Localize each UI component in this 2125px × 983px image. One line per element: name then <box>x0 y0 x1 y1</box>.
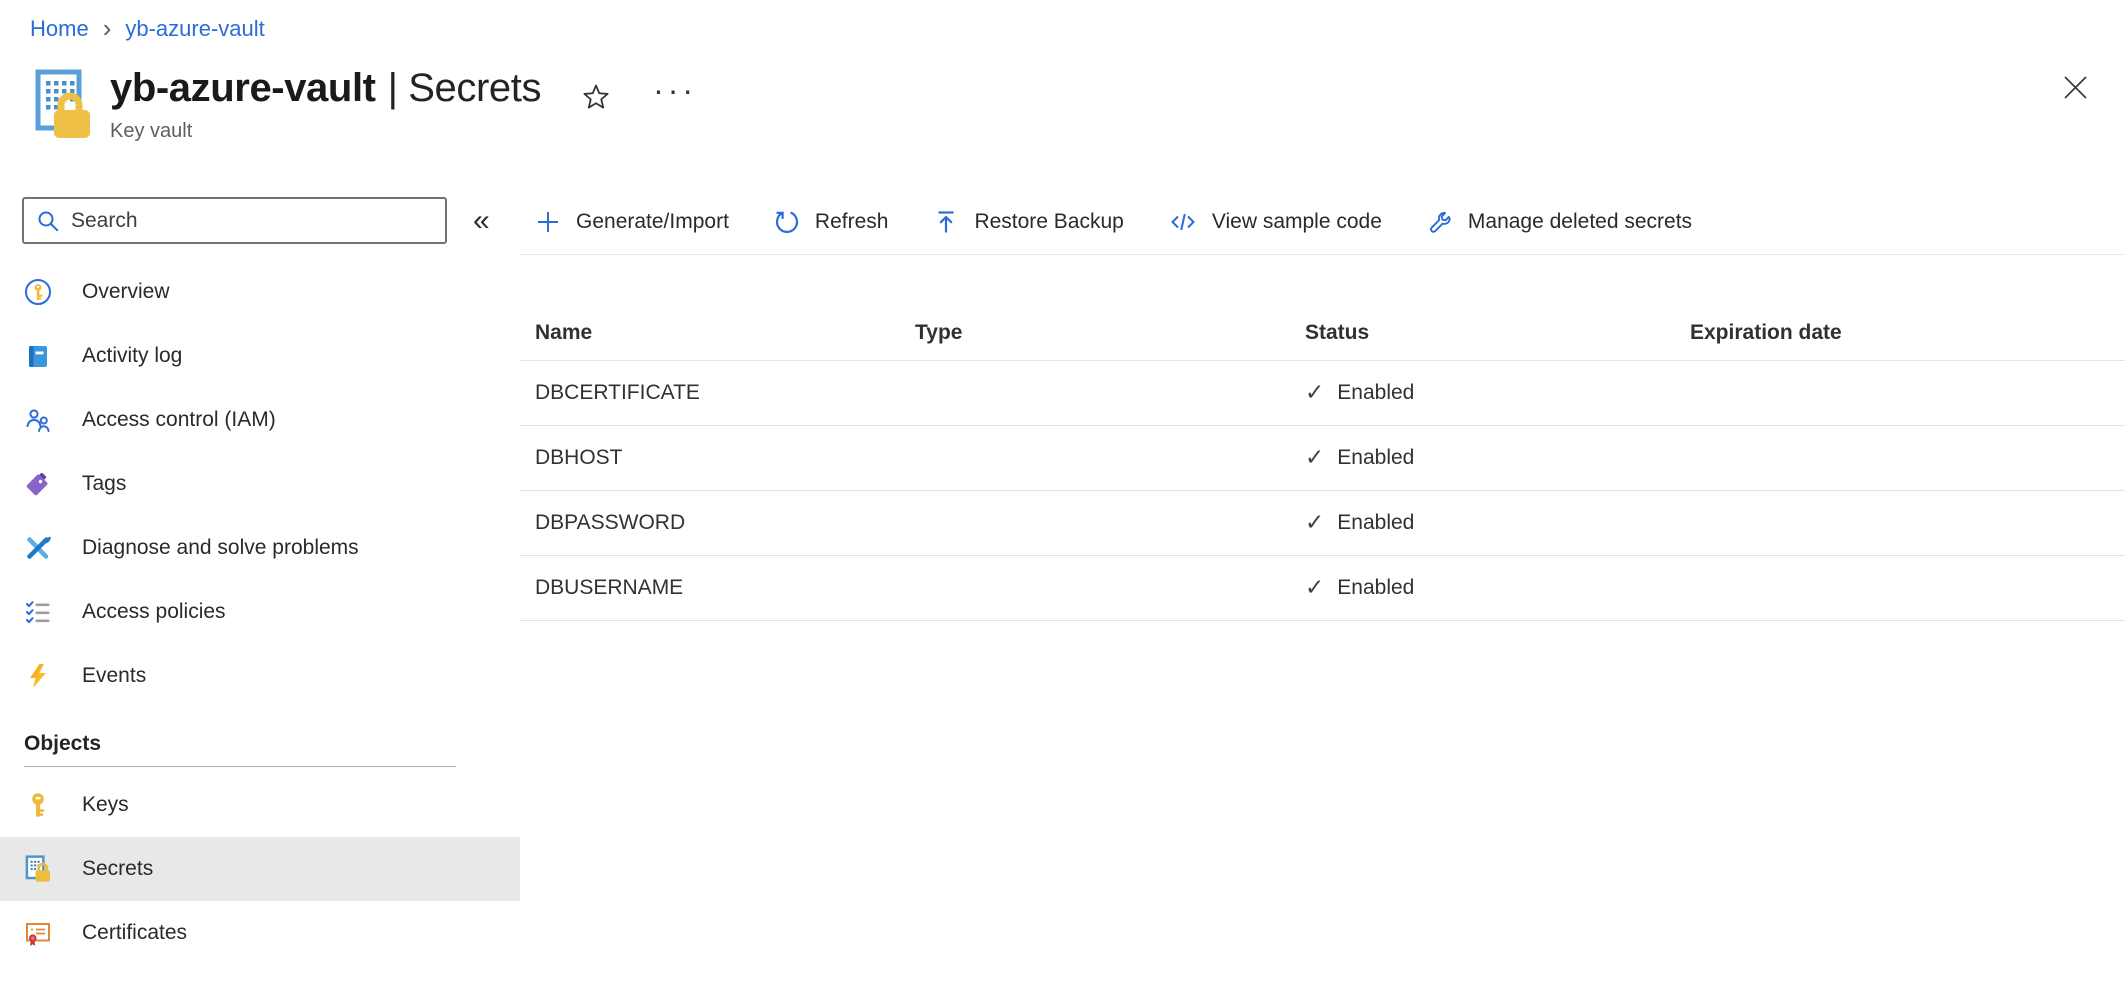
sidebar-section-objects: Objects <box>0 722 520 766</box>
refresh-icon <box>774 209 800 235</box>
toolbar-button-label: Manage deleted secrets <box>1468 210 1692 234</box>
sidebar-item-overview[interactable]: Overview <box>0 260 520 324</box>
table-row[interactable]: DBCERTIFICATE ✓ Enabled <box>520 361 2125 426</box>
column-header-type: Type <box>915 321 1305 345</box>
sidebar-item-activity-log[interactable]: Activity log <box>0 324 520 388</box>
resource-type-label: Key vault <box>110 120 541 143</box>
activity-log-book-icon <box>24 342 52 370</box>
status-cell: ✓ Enabled <box>1305 510 1690 536</box>
table-row[interactable]: DBPASSWORD ✓ Enabled <box>520 491 2125 556</box>
crossed-tools-icon <box>24 534 52 562</box>
sidebar-item-events[interactable]: Events <box>0 644 520 708</box>
lightning-bolt-icon <box>24 662 52 690</box>
tag-icon <box>24 470 52 498</box>
secret-name-cell[interactable]: DBPASSWORD <box>535 511 915 535</box>
toolbar-button-label: Refresh <box>815 210 889 234</box>
breadcrumb-separator: › <box>103 15 112 41</box>
search-input[interactable] <box>71 209 433 233</box>
restore-backup-button[interactable]: Restore Backup <box>933 209 1123 235</box>
sidebar: « Overview <box>0 197 520 965</box>
toolbar-divider <box>520 254 2125 255</box>
page-header: yb-azure-vault | Secrets Key vault ··· <box>0 42 2125 149</box>
wrench-icon <box>1427 209 1453 235</box>
code-brackets-icon <box>1169 209 1197 235</box>
secret-name-cell[interactable]: DBCERTIFICATE <box>535 381 915 405</box>
star-icon[interactable] <box>581 82 611 117</box>
secrets-table: Name Type Status Expiration date DBCERTI… <box>520 305 2125 621</box>
secret-name-cell[interactable]: DBUSERNAME <box>535 576 915 600</box>
sidebar-item-access-control[interactable]: Access control (IAM) <box>0 388 520 452</box>
table-header-row: Name Type Status Expiration date <box>520 305 2125 361</box>
page-title: yb-azure-vault | Secrets <box>110 66 541 111</box>
sidebar-item-secrets[interactable]: Secrets <box>0 837 520 901</box>
section-divider <box>24 766 456 767</box>
vault-name: yb-azure-vault <box>110 66 376 110</box>
column-header-expiration: Expiration date <box>1690 321 2125 345</box>
check-icon: ✓ <box>1305 445 1324 471</box>
status-cell: ✓ Enabled <box>1305 380 1690 406</box>
sidebar-item-access-policies[interactable]: Access policies <box>0 580 520 644</box>
breadcrumb-home-link[interactable]: Home <box>30 16 89 42</box>
status-label: Enabled <box>1337 576 1414 600</box>
certificate-icon <box>24 919 52 947</box>
sidebar-item-tags[interactable]: Tags <box>0 452 520 516</box>
manage-deleted-secrets-button[interactable]: Manage deleted secrets <box>1427 209 1692 235</box>
checklist-icon <box>24 598 52 626</box>
check-icon: ✓ <box>1305 380 1324 406</box>
generate-import-button[interactable]: Generate/Import <box>535 209 729 235</box>
secret-name-cell[interactable]: DBHOST <box>535 446 915 470</box>
check-icon: ✓ <box>1305 575 1324 601</box>
close-icon[interactable] <box>2062 74 2089 106</box>
key-icon <box>24 791 52 819</box>
collapse-chevrons-icon[interactable]: « <box>473 206 490 236</box>
toolbar-button-label: Restore Backup <box>974 210 1123 234</box>
people-icon <box>24 406 52 434</box>
sidebar-item-certificates[interactable]: Certificates <box>0 901 520 965</box>
status-cell: ✓ Enabled <box>1305 575 1690 601</box>
sidebar-item-label: Access control (IAM) <box>82 408 276 432</box>
column-header-status: Status <box>1305 321 1690 345</box>
status-label: Enabled <box>1337 511 1414 535</box>
sidebar-item-keys[interactable]: Keys <box>0 773 520 837</box>
toolbar: Generate/Import Refresh <box>520 197 2125 247</box>
table-row[interactable]: DBUSERNAME ✓ Enabled <box>520 556 2125 621</box>
restore-upload-icon <box>933 209 959 235</box>
sidebar-item-label: Diagnose and solve problems <box>82 536 359 560</box>
status-cell: ✓ Enabled <box>1305 445 1690 471</box>
sidebar-item-label: Secrets <box>82 857 153 881</box>
blade-name: | Secrets <box>388 66 542 110</box>
toolbar-button-label: View sample code <box>1212 210 1382 234</box>
sidebar-item-label: Certificates <box>82 921 187 945</box>
sidebar-search-box <box>22 197 447 244</box>
status-label: Enabled <box>1337 446 1414 470</box>
search-icon <box>36 209 60 233</box>
breadcrumb-vault-link[interactable]: yb-azure-vault <box>125 16 264 42</box>
secrets-vault-icon <box>24 855 52 883</box>
sidebar-item-label: Events <box>82 664 146 688</box>
toolbar-button-label: Generate/Import <box>576 210 729 234</box>
view-sample-code-button[interactable]: View sample code <box>1169 209 1382 235</box>
sidebar-item-diagnose[interactable]: Diagnose and solve problems <box>0 516 520 580</box>
sidebar-item-label: Access policies <box>82 600 226 624</box>
sidebar-item-label: Tags <box>82 472 126 496</box>
sidebar-item-label: Activity log <box>82 344 182 368</box>
sidebar-item-label: Keys <box>82 793 129 817</box>
status-label: Enabled <box>1337 381 1414 405</box>
plus-icon <box>535 209 561 235</box>
refresh-button[interactable]: Refresh <box>774 209 889 235</box>
ellipsis-icon[interactable]: ··· <box>653 74 697 106</box>
table-row[interactable]: DBHOST ✓ Enabled <box>520 426 2125 491</box>
column-header-name: Name <box>535 321 915 345</box>
overview-key-circle-icon <box>24 278 52 306</box>
breadcrumb: Home › yb-azure-vault <box>0 0 2125 42</box>
sidebar-item-label: Overview <box>82 280 170 304</box>
main-panel: Generate/Import Refresh <box>520 197 2125 965</box>
key-vault-icon <box>26 66 94 149</box>
check-icon: ✓ <box>1305 510 1324 536</box>
